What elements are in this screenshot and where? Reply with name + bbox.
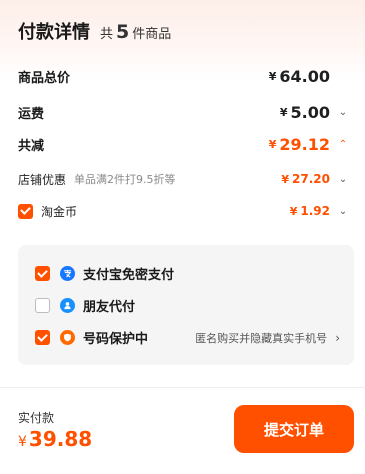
shipping-label: 运费 [18, 106, 45, 122]
alipay-nopassword-label: 支付宝免密支付 [83, 268, 175, 283]
chevron-down-icon[interactable]: ⌄ [335, 174, 351, 185]
chevron-up-icon[interactable]: ⌃ [335, 139, 351, 150]
item-count-suffix: 件商品 [132, 27, 172, 42]
total-price-value: 64.00 [279, 66, 330, 86]
store-promo-label: 店铺优惠 [18, 172, 67, 187]
store-promo-row[interactable]: 店铺优惠 单品满2件打9.5折等 ¥27.20 ⌄ [18, 170, 351, 188]
number-protection-note[interactable]: 匿名购买并隐藏真实手机号 [195, 330, 327, 346]
option-friend-pay[interactable]: 朋友代付 [35, 296, 340, 315]
shield-icon [60, 330, 75, 345]
chevron-right-icon[interactable]: › [335, 331, 340, 345]
option-number-protection[interactable]: 号码保护中 匿名购买并隐藏真实手机号 › [35, 328, 340, 347]
shipping-value: 5.00 [290, 102, 330, 122]
footer-divider [0, 387, 365, 388]
item-count-number: 5 [116, 21, 130, 43]
taojinbi-value: 1.92 [300, 204, 330, 218]
pay-amount-value: 39.88 [28, 427, 93, 451]
page-title: 付款详情 [18, 22, 90, 43]
currency-symbol: ¥ [268, 69, 277, 83]
currency-symbol: ¥ [279, 105, 288, 119]
currency-symbol: ¥ [18, 434, 27, 450]
taojinbi-checkbox[interactable] [18, 203, 33, 219]
submit-order-button[interactable]: 提交订单 [234, 405, 354, 453]
store-promo-amount: ¥27.20 ⌄ [281, 172, 351, 186]
number-protection-label: 号码保护中 [83, 332, 149, 347]
taojinbi-amount: ¥1.92 ⌄ [290, 204, 351, 218]
total-price-amount: ¥64.00 [269, 67, 330, 86]
chevron-down-icon[interactable]: ⌄ [335, 206, 351, 217]
alipay-icon [60, 266, 75, 281]
pay-amount: ¥39.88 [18, 427, 92, 451]
store-promo-hint: 单品满2件打9.5折等 [74, 173, 176, 186]
taojinbi-label: 淘金币 [41, 204, 78, 219]
total-price-row: 商品总价 ¥64.00 [18, 66, 351, 86]
alipay-nopassword-checkbox[interactable] [35, 266, 50, 281]
friend-pay-checkbox[interactable] [35, 298, 50, 313]
number-protection-checkbox[interactable] [35, 330, 50, 345]
currency-symbol: ¥ [268, 137, 277, 151]
discount-label: 共减 [18, 138, 45, 154]
friend-pay-label: 朋友代付 [83, 300, 136, 315]
currency-symbol: ¥ [281, 172, 290, 186]
taojinbi-row[interactable]: 淘金币 ¥1.92 ⌄ [18, 202, 351, 220]
shipping-amount: ¥5.00 ⌄ [280, 103, 351, 122]
option-alipay-nopassword[interactable]: 支付宝免密支付 [35, 264, 340, 283]
item-count-prefix: 共 [100, 27, 114, 42]
currency-symbol: ¥ [289, 204, 298, 218]
discount-amount: ¥29.12 ⌃ [269, 135, 351, 154]
payment-options-panel: 支付宝免密支付 朋友代付 号码保护中 匿名购买并隐藏真实手机号 › [18, 245, 354, 365]
pay-amount-label: 实付款 [18, 411, 55, 425]
shipping-row[interactable]: 运费 ¥5.00 ⌄ [18, 102, 351, 122]
discount-value: 29.12 [279, 134, 330, 154]
item-count: 共 5 件商品 [100, 21, 171, 43]
chevron-down-icon[interactable]: ⌄ [335, 107, 351, 118]
discount-row[interactable]: 共减 ¥29.12 ⌃ [18, 134, 351, 154]
store-promo-value: 27.20 [292, 172, 330, 186]
payment-details-header: 付款详情 共 5 件商品 [18, 18, 171, 44]
friend-pay-icon [60, 298, 75, 313]
total-price-label: 商品总价 [18, 70, 71, 86]
